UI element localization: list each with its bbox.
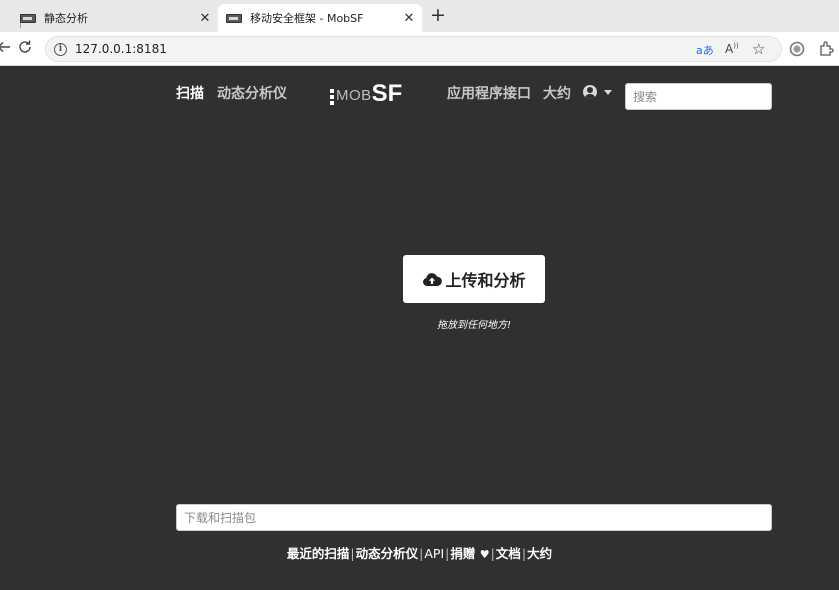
extensions-icon[interactable] xyxy=(818,40,836,58)
logo-dots-icon xyxy=(330,89,334,105)
upload-button-label: 上传和分析 xyxy=(445,271,526,290)
cloud-upload-icon xyxy=(423,273,443,286)
footer-api-link[interactable]: API xyxy=(424,546,444,561)
tab-title: 静态分析 xyxy=(44,12,88,25)
mobsf-favicon-icon xyxy=(20,13,36,23)
logo-mob-text: MOB xyxy=(336,87,372,104)
footer-separator: | xyxy=(445,546,450,561)
mobsf-navbar: 扫描 动态分析仪 MOB SF 应用程序接口 大约 xyxy=(0,66,839,120)
read-aloud-icon[interactable]: A)) xyxy=(725,42,739,56)
favorite-star-icon[interactable]: ☆ xyxy=(752,40,765,58)
nav-api-link[interactable]: 应用程序接口 xyxy=(447,83,531,103)
nav-dynamic-analyzer-link[interactable]: 动态分析仪 xyxy=(217,83,287,103)
browser-essentials-icon[interactable] xyxy=(788,40,806,58)
footer-separator: | xyxy=(419,546,424,561)
footer-donate-link[interactable]: 捐赠 ♥ xyxy=(450,546,489,561)
footer-about-link[interactable]: 大约 xyxy=(527,546,552,561)
footer-separator: | xyxy=(490,546,495,561)
tab-mobsf[interactable]: 移动安全框架 - MobSF ✕ xyxy=(218,4,422,32)
tab-static-analysis[interactable]: 静态分析 ✕ xyxy=(12,4,218,32)
drag-drop-hint: 拖放到任何地方! xyxy=(436,320,511,331)
url-text: 127.0.0.1:8181 xyxy=(75,42,167,56)
user-menu-dropdown[interactable] xyxy=(583,85,612,99)
mobsf-favicon-icon xyxy=(226,13,242,23)
mobsf-logo[interactable]: MOB SF xyxy=(330,80,402,106)
back-arrow-icon[interactable] xyxy=(0,39,14,59)
search-input[interactable] xyxy=(625,83,772,110)
footer-dynamic-analyzer-link[interactable]: 动态分析仪 xyxy=(356,546,419,561)
footer-links: 最近的扫描|动态分析仪|API|捐赠 ♥|文档|大约 xyxy=(0,543,839,562)
footer-separator: | xyxy=(521,546,527,561)
reload-icon[interactable] xyxy=(15,39,35,59)
nav-about-link[interactable]: 大约 xyxy=(543,83,571,103)
site-info-icon[interactable]: i xyxy=(54,43,67,56)
translate-icon[interactable]: aあ xyxy=(696,42,714,58)
download-package-input[interactable] xyxy=(176,504,772,531)
nav-scan-link[interactable]: 扫描 xyxy=(176,83,204,103)
close-tab-icon[interactable]: ✕ xyxy=(196,11,214,26)
browser-tab-bar: 静态分析 ✕ 移动安全框架 - MobSF ✕ + xyxy=(0,0,839,32)
new-tab-button[interactable]: + xyxy=(428,5,448,27)
logo-sf-text: SF xyxy=(371,80,403,107)
tab-title: 移动安全框架 - MobSF xyxy=(250,12,364,25)
footer-recent-scans-link[interactable]: 最近的扫描 xyxy=(287,546,350,561)
footer-separator: | xyxy=(350,546,355,561)
donate-label: 捐赠 xyxy=(450,546,476,561)
url-field[interactable]: i 127.0.0.1:8181 aあ A)) ☆ xyxy=(45,36,782,62)
footer-docs-link[interactable]: 文档 xyxy=(496,546,521,561)
caret-down-icon xyxy=(604,89,612,95)
user-circle-icon xyxy=(583,85,597,99)
heart-icon: ♥ xyxy=(479,548,490,561)
address-bar: i 127.0.0.1:8181 aあ A)) ☆ xyxy=(0,32,839,66)
close-tab-icon[interactable]: ✕ xyxy=(400,11,418,26)
upload-and-analyze-button[interactable]: 上传和分析 xyxy=(403,255,545,303)
